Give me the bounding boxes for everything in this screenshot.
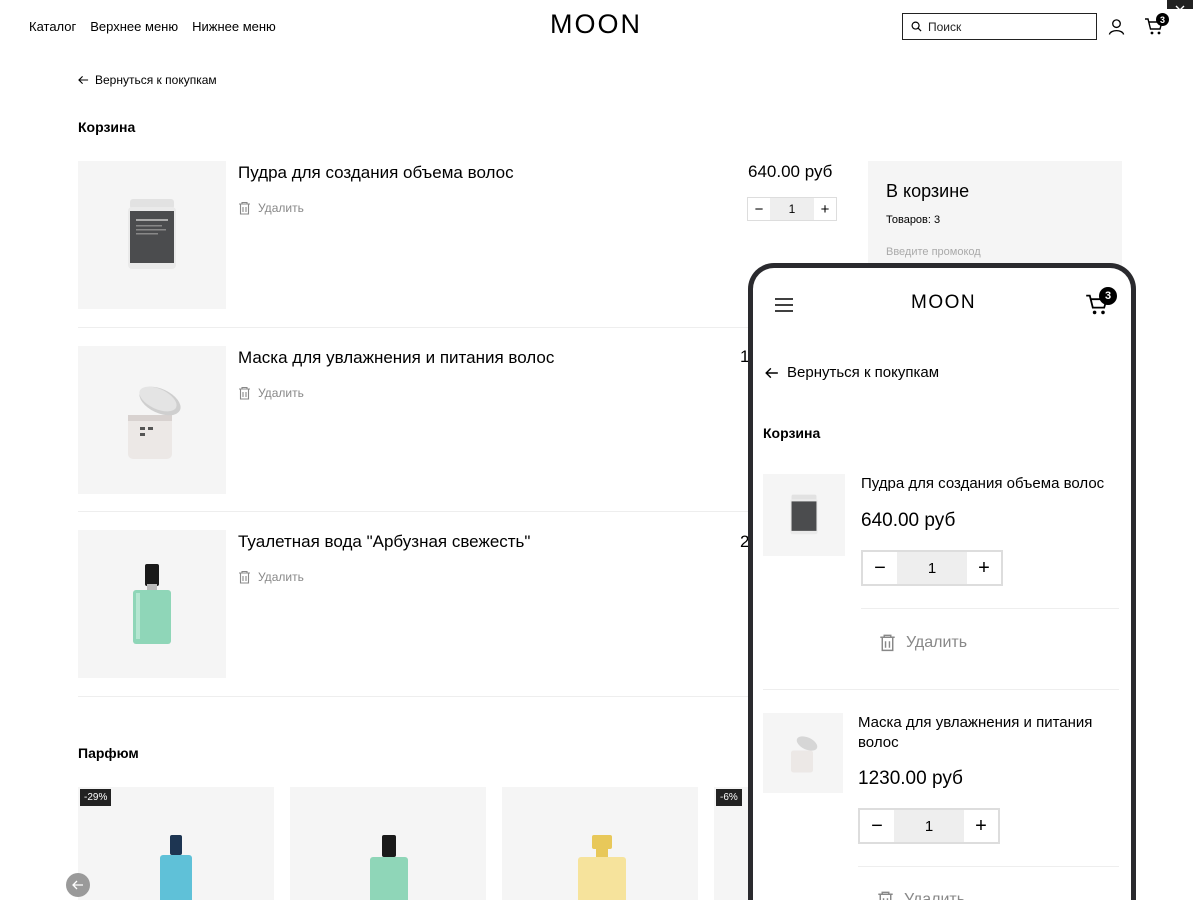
back-to-shopping-link[interactable]: Вернуться к покупкам — [78, 73, 217, 87]
arrow-left-icon — [78, 75, 89, 85]
search-icon — [911, 21, 922, 32]
discount-badge: -6% — [716, 789, 742, 806]
nav-bottom-menu[interactable]: Нижнее меню — [192, 19, 276, 34]
carousel-prev-button[interactable] — [66, 873, 90, 897]
summary-title: В корзине — [886, 181, 970, 201]
item-divider — [78, 511, 758, 512]
site-logo[interactable]: MOON — [550, 9, 642, 40]
back-to-shopping-link[interactable]: Вернуться к покупкам — [765, 364, 939, 381]
page-title: Корзина — [763, 425, 821, 441]
decrease-button[interactable]: − — [863, 552, 897, 584]
product-price: 1230.00 руб — [858, 768, 963, 789]
main-nav: Каталог Верхнее меню Нижнее меню — [29, 19, 276, 34]
chevron-down-icon — [1175, 5, 1185, 11]
mobile-cart-button[interactable]: 3 — [1085, 287, 1117, 321]
item-divider — [78, 327, 758, 328]
nav-top-menu[interactable]: Верхнее меню — [90, 19, 178, 34]
delete-label: Удалить — [906, 633, 968, 651]
cart-count-badge: 3 — [1156, 13, 1169, 26]
powder-jar-image — [790, 494, 818, 535]
product-image[interactable] — [78, 346, 226, 494]
search-box[interactable] — [902, 13, 1097, 40]
back-label: Вернуться к покупкам — [787, 364, 940, 381]
trash-icon — [878, 891, 893, 900]
section-title: Парфюм — [78, 745, 139, 761]
delete-label: Удалить — [258, 386, 304, 400]
delete-button[interactable]: Удалить — [238, 386, 304, 400]
perfume-bottle-image — [370, 835, 408, 900]
product-price: 640.00 руб — [748, 162, 833, 181]
powder-jar-image — [128, 199, 176, 269]
hamburger-menu-icon[interactable] — [775, 298, 793, 312]
mask-jar-image — [791, 736, 818, 773]
product-name[interactable]: Маска для увлажнения и питания волос — [238, 348, 554, 368]
quantity-stepper: − 1 + — [861, 550, 1003, 586]
product-image[interactable] — [763, 713, 843, 793]
promo-code-input[interactable] — [886, 246, 1086, 258]
delete-label: Удалить — [258, 570, 304, 584]
mobile-preview: MOON 3 Вернуться к покупкам Корзина Пудр… — [748, 263, 1136, 900]
nav-catalog[interactable]: Каталог — [29, 19, 76, 34]
quantity-value[interactable]: 1 — [894, 810, 964, 842]
product-price: 640.00 руб — [861, 510, 956, 531]
product-card[interactable] — [502, 787, 698, 900]
perfume-bottle-image — [578, 835, 626, 900]
mask-jar-image — [128, 386, 181, 459]
product-name[interactable]: Маска для увлажнения и питания волос — [858, 713, 1120, 753]
user-icon[interactable] — [1108, 18, 1125, 35]
arrow-left-icon — [765, 367, 778, 378]
item-divider — [858, 866, 1119, 867]
cart-button[interactable]: 3 — [1144, 13, 1169, 41]
product-image[interactable] — [78, 161, 226, 309]
trash-icon — [239, 570, 250, 584]
perfume-bottle-image — [133, 564, 171, 644]
collapse-tab[interactable] — [1167, 0, 1193, 11]
cart-count-badge: 3 — [1099, 287, 1117, 305]
delete-label: Удалить — [258, 201, 304, 215]
item-divider — [763, 689, 1119, 690]
product-image[interactable] — [763, 474, 845, 556]
quantity-stepper: − 1 + — [858, 808, 1000, 844]
increase-button[interactable]: + — [814, 198, 836, 220]
item-divider — [78, 696, 758, 697]
arrow-left-icon — [72, 880, 83, 890]
product-name[interactable]: Пудра для создания объема волос — [238, 163, 514, 183]
back-label: Вернуться к покупкам — [95, 73, 217, 87]
trash-icon — [880, 634, 895, 652]
trash-icon — [239, 201, 250, 215]
product-name[interactable]: Туалетная вода "Арбузная свежесть" — [238, 532, 530, 552]
product-name[interactable]: Пудра для создания объема волос — [861, 474, 1121, 494]
perfume-bottle-image — [160, 835, 192, 900]
decrease-button[interactable]: − — [748, 198, 770, 220]
item-divider — [861, 608, 1119, 609]
mobile-logo[interactable]: MOON — [911, 292, 976, 314]
increase-button[interactable]: + — [967, 552, 1001, 584]
site-header: Каталог Верхнее меню Нижнее меню MOON 3 — [0, 0, 1200, 55]
cart-summary: В корзине Товаров: 3 — [868, 161, 1122, 271]
delete-button[interactable]: Удалить — [238, 570, 304, 584]
search-input[interactable] — [928, 19, 1078, 34]
discount-badge: -29% — [80, 789, 112, 806]
quantity-value[interactable]: 1 — [897, 552, 967, 584]
product-card[interactable] — [290, 787, 486, 900]
trash-icon — [239, 386, 250, 400]
delete-label: Удалить — [904, 890, 966, 900]
quantity-value[interactable]: 1 — [770, 198, 814, 220]
product-card[interactable]: -29% — [78, 787, 274, 900]
delete-button[interactable]: Удалить — [877, 890, 965, 900]
increase-button[interactable]: + — [964, 810, 998, 842]
decrease-button[interactable]: − — [860, 810, 894, 842]
delete-button[interactable]: Удалить — [879, 633, 967, 652]
quantity-stepper: − 1 + — [747, 197, 837, 221]
page-title: Корзина — [78, 119, 136, 135]
product-image[interactable] — [78, 530, 226, 678]
delete-button[interactable]: Удалить — [238, 201, 304, 215]
items-count: Товаров: 3 — [886, 214, 941, 226]
